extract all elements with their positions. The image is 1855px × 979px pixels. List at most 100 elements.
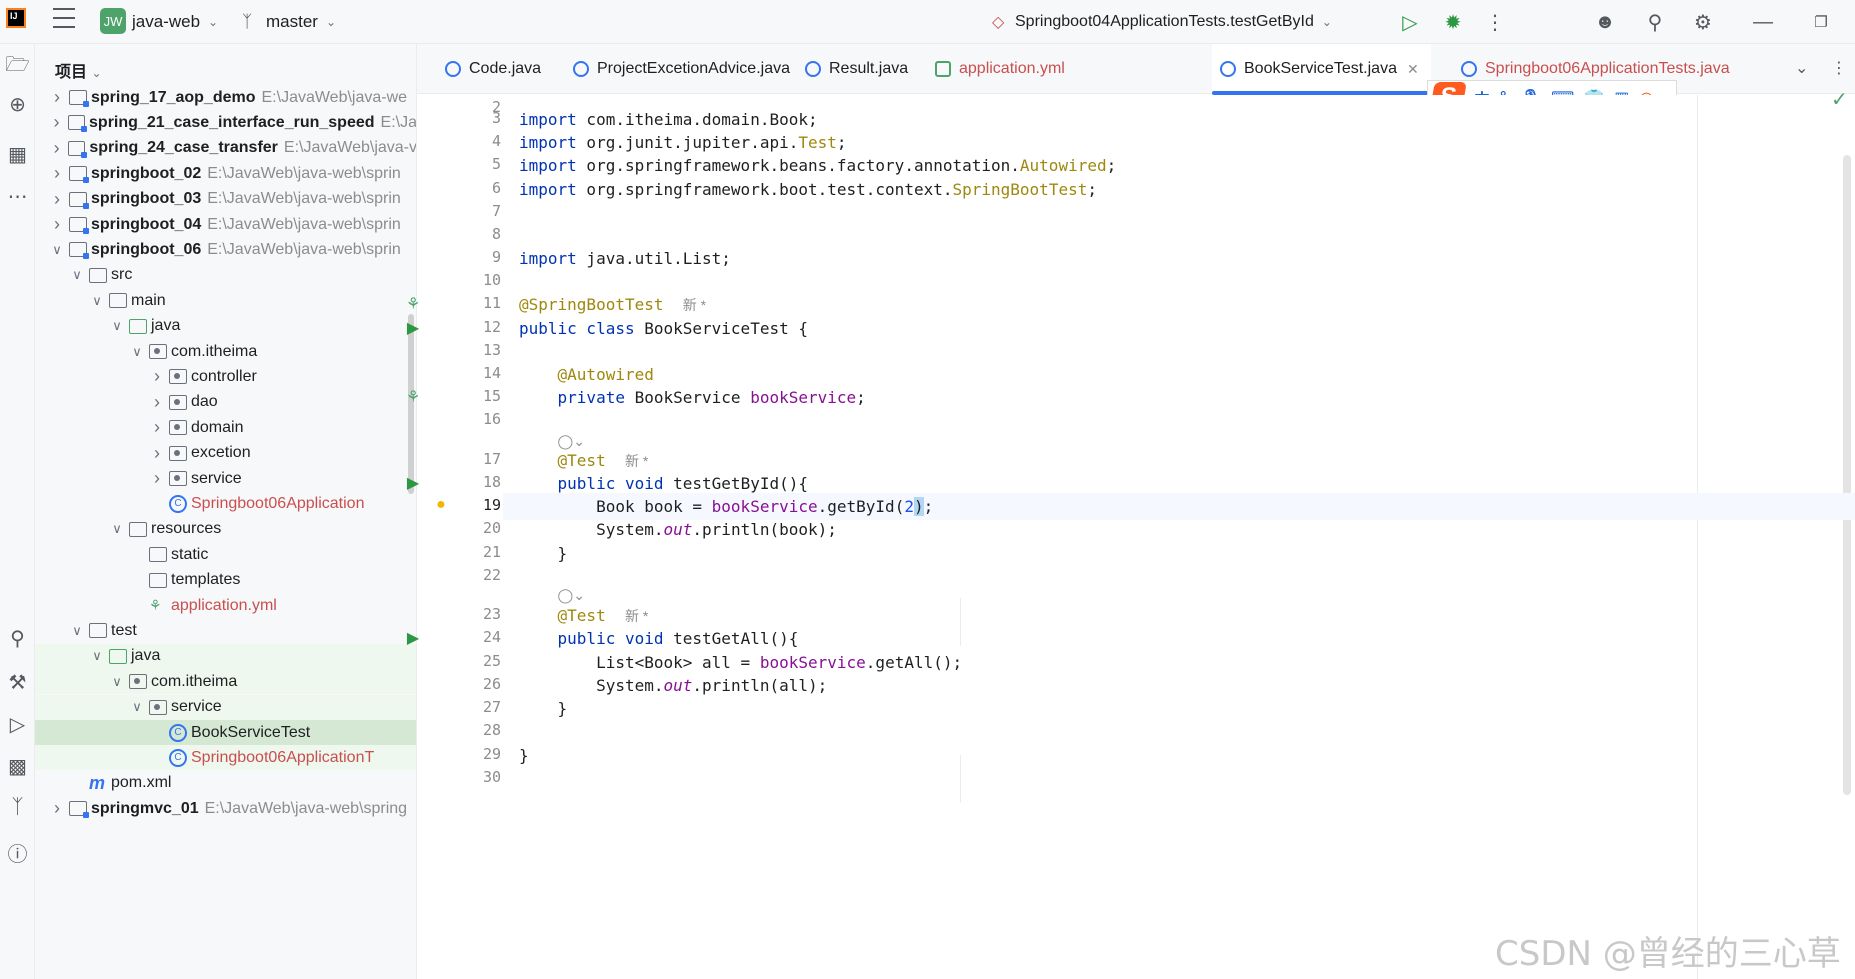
tree-item[interactable]: › springboot_03 E:\JavaWeb\java-web\sprin — [35, 187, 416, 212]
main-menu-icon[interactable] — [52, 8, 76, 28]
chevron-down-icon[interactable]: ∨ — [69, 267, 85, 283]
chevron-right-icon[interactable]: › — [49, 214, 65, 235]
project-badge[interactable]: JW — [100, 8, 126, 34]
tree-item[interactable]: ∨ resources — [35, 517, 416, 542]
chevron-right-icon[interactable]: › — [49, 112, 64, 133]
chevron-right-icon[interactable]: › — [49, 138, 64, 159]
tree-item[interactable]: › excetion — [35, 441, 416, 466]
close-tab-icon[interactable]: ✕ — [1407, 61, 1419, 78]
problems-icon[interactable]: ⓘ — [0, 838, 35, 867]
tree-item[interactable]: ∨ java — [35, 314, 416, 339]
spring-bean-icon[interactable]: ⚘ — [403, 294, 423, 313]
build-icon[interactable]: ⚒ — [0, 670, 35, 695]
tabs-dropdown-icon[interactable]: ⌄ — [1795, 58, 1808, 78]
tree-item[interactable]: › service — [35, 466, 416, 491]
tree-item[interactable]: › dao — [35, 390, 416, 415]
chevron-right-icon[interactable]: › — [49, 163, 65, 184]
tree-item[interactable]: › springmvc_01 E:\JavaWeb\java-web\spring — [35, 796, 416, 821]
chevron-down-icon[interactable]: ∨ — [109, 521, 125, 537]
more-actions-icon[interactable]: ⋮ — [1480, 0, 1510, 44]
run-config-selector[interactable]: Springboot04ApplicationTests.testGetById… — [1015, 0, 1332, 44]
structure-icon[interactable]: ▦ — [0, 142, 35, 167]
services-icon[interactable]: ▷ — [0, 712, 35, 737]
tree-item[interactable]: › spring_24_case_transfer E:\JavaWeb\java-… — [35, 136, 416, 161]
tree-item[interactable]: C Springboot06ApplicationT — [35, 745, 416, 771]
tree-item[interactable]: C BookServiceTest — [35, 720, 416, 745]
tree-item[interactable]: ∨ service — [35, 694, 416, 720]
tree-item[interactable]: ⚘ application.yml — [35, 593, 416, 618]
tab-label: BookServiceTest.java — [1244, 60, 1397, 77]
run-test-icon[interactable]: ▶ — [403, 628, 423, 647]
tab-application-yml[interactable]: application.yml — [927, 44, 1073, 94]
tree-item[interactable]: › springboot_02 E:\JavaWeb\java-web\sprin — [35, 161, 416, 186]
project-panel-header[interactable]: 项目 ⌄ — [55, 58, 102, 82]
chevron-right-icon[interactable]: › — [49, 189, 65, 210]
debug-icon[interactable]: ✹ — [1438, 0, 1468, 44]
chevron-right-icon[interactable]: › — [49, 87, 65, 108]
tab-projectexcetionadvice-java[interactable]: ProjectExcetionAdvice.java — [565, 44, 798, 94]
branch-switcher[interactable]: master ⌄ — [266, 0, 336, 44]
more-tools-icon[interactable]: ⋯ — [0, 184, 35, 209]
autowired-bean-icon[interactable]: ⚘ — [403, 387, 423, 406]
project-switcher[interactable]: java-web ⌄ — [132, 0, 218, 44]
editor-more-icon[interactable]: ⋮ — [1831, 58, 1847, 78]
ai-hint-icon[interactable]: ◯⌄ — [558, 587, 585, 603]
tree-item[interactable]: ∨ java — [35, 643, 416, 669]
chevron-right-icon[interactable]: › — [49, 798, 65, 819]
chevron-right-icon[interactable]: › — [149, 392, 165, 413]
new-hint[interactable]: 新 * — [625, 608, 648, 624]
code-editor[interactable]: ✓ 2 3 4 5 6 7 8 9 10 11 12 13 14 15 16 17 18 19 20 21 22 23 24… — [406, 89, 1855, 979]
settings-icon[interactable]: ⚙ — [1688, 0, 1718, 44]
line-number: 6 — [491, 179, 501, 197]
new-hint[interactable]: 新 * — [625, 453, 648, 469]
tree-item[interactable]: static — [35, 542, 416, 567]
tree-item[interactable]: m pom.xml — [35, 771, 416, 796]
search-icon[interactable]: ⚲ — [1640, 0, 1670, 44]
terminal-icon[interactable]: ▩ — [0, 754, 35, 779]
tree-item[interactable]: ∨ src — [35, 263, 416, 288]
tab-code-java[interactable]: Code.java — [437, 44, 549, 94]
module-folder-icon — [69, 801, 89, 819]
tree-item[interactable]: ∨ springboot_06 E:\JavaWeb\java-web\sprin — [35, 237, 416, 262]
lightbulb-icon[interactable]: ● — [431, 496, 451, 514]
git-icon[interactable]: ᛉ — [0, 796, 35, 819]
tree-item[interactable]: › spring_21_case_interface_run_speed E:\Ja — [35, 110, 416, 135]
chevron-down-icon[interactable]: ∨ — [89, 293, 105, 309]
chevron-right-icon[interactable]: › — [149, 417, 165, 438]
tree-item[interactable]: ∨ com.itheima — [35, 669, 416, 695]
tree-item[interactable]: › springboot_04 E:\JavaWeb\java-web\sprin — [35, 212, 416, 237]
run-test-icon[interactable]: ▶ — [403, 473, 423, 492]
tree-item[interactable]: ∨ test — [35, 618, 416, 643]
chevron-down-icon[interactable]: ∨ — [109, 318, 125, 334]
tree-item-label: service — [191, 469, 242, 487]
tab-result-java[interactable]: Result.java — [797, 44, 916, 94]
chevron-right-icon[interactable]: › — [149, 468, 165, 489]
restore-icon[interactable]: ❐ — [1806, 0, 1836, 44]
chevron-down-icon[interactable]: ∨ — [89, 648, 105, 664]
run-icon[interactable]: ▷ — [1395, 0, 1425, 44]
minimize-icon[interactable]: — — [1748, 0, 1778, 44]
intellij-logo-icon[interactable]: IJ — [6, 8, 26, 28]
tab-bookservicetest-java[interactable]: BookServiceTest.java ✕ — [1212, 44, 1431, 95]
run-test-class-icon[interactable]: ▶ — [403, 318, 423, 337]
chevron-down-icon[interactable]: ∨ — [49, 242, 65, 258]
tree-item[interactable]: templates — [35, 568, 416, 593]
tree-item[interactable]: C Springboot06Application — [35, 491, 416, 516]
tool-window-strip: 🗁 ⊕ ▦ ⋯ ⚲ ⚒ ▷ ▩ ᛉ ⓘ — [0, 44, 35, 979]
add-user-icon[interactable]: ☻ — [1590, 0, 1620, 44]
chevron-down-icon[interactable]: ∨ — [129, 699, 145, 715]
tree-item[interactable]: › controller — [35, 364, 416, 389]
project-folder-icon[interactable]: 🗁 — [0, 50, 35, 84]
tree-item[interactable]: › domain — [35, 415, 416, 440]
chevron-down-icon[interactable]: ∨ — [109, 674, 125, 690]
commit-icon[interactable]: ⊕ — [0, 92, 35, 117]
chevron-right-icon[interactable]: › — [149, 443, 165, 464]
tree-item[interactable]: ∨ main — [35, 288, 416, 313]
tree-item[interactable]: › spring_17_aop_demo E:\JavaWeb\java-we — [35, 85, 416, 110]
tree-item[interactable]: ∨ com.itheima — [35, 339, 416, 364]
chevron-down-icon[interactable]: ∨ — [69, 623, 85, 639]
find-icon[interactable]: ⚲ — [0, 626, 35, 651]
chevron-down-icon[interactable]: ∨ — [129, 344, 145, 360]
new-hint[interactable]: 新 * — [683, 297, 706, 313]
chevron-right-icon[interactable]: › — [149, 366, 165, 387]
